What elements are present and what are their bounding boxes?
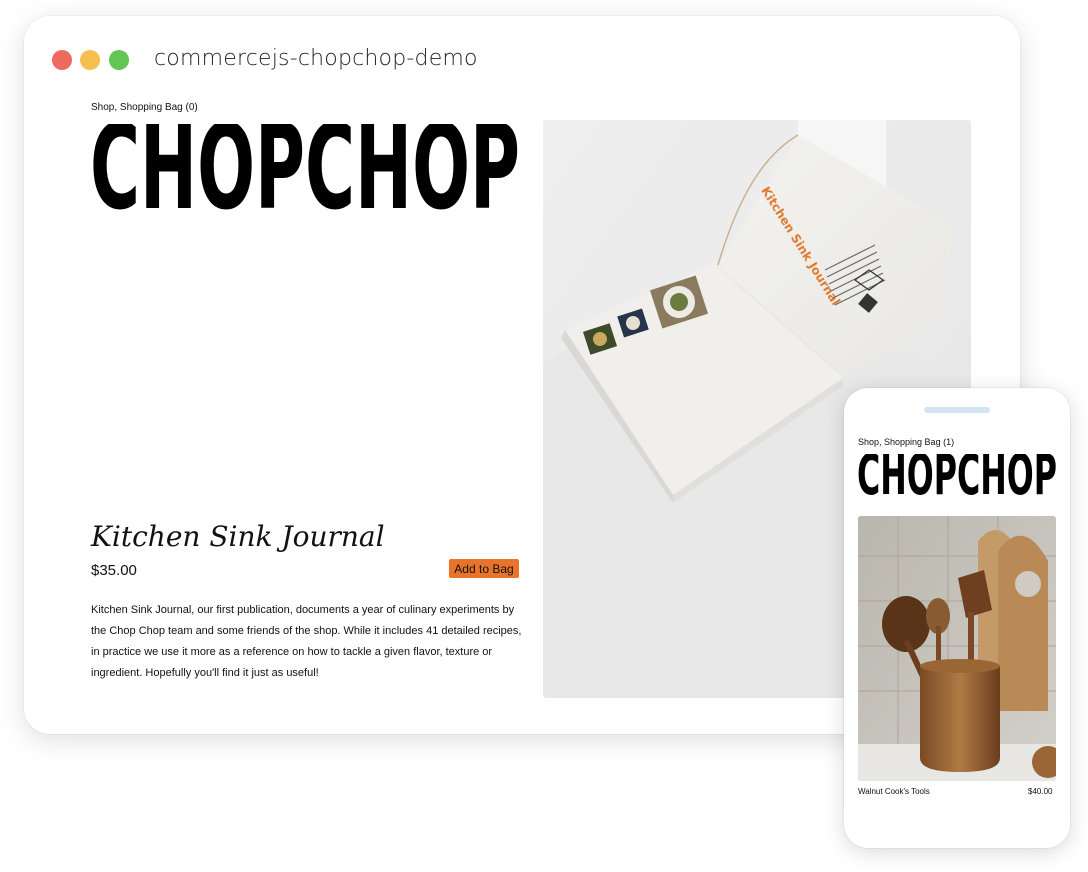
maximize-window-button[interactable] <box>109 50 129 70</box>
chopchop-logo-mobile[interactable]: CHOPCHOP <box>857 454 1057 496</box>
svg-text:CHOPCHOP: CHOPCHOP <box>90 124 520 212</box>
chopchop-logo[interactable]: CHOPCHOP <box>90 124 520 212</box>
product-title: Kitchen Sink Journal <box>91 520 385 553</box>
product-name-mobile[interactable]: Walnut Cook's Tools <box>858 787 930 796</box>
add-to-bag-button[interactable]: Add to Bag <box>449 559 519 578</box>
window-title: commercejs-chopchop-demo <box>154 46 478 71</box>
shop-nav-link-mobile[interactable]: Shop, Shopping Bag (1) <box>858 437 954 447</box>
product-price: $35.00 <box>91 562 137 579</box>
close-window-button[interactable] <box>52 50 72 70</box>
svg-text:CHOPCHOP: CHOPCHOP <box>857 454 1057 496</box>
product-price-mobile: $40.00 <box>1028 787 1053 796</box>
mobile-device: Shop, Shopping Bag (1) CHOPCHOP Walnut C… <box>844 388 1070 848</box>
shop-nav-link[interactable]: Shop, Shopping Bag (0) <box>91 102 198 113</box>
phone-notch <box>924 407 990 413</box>
minimize-window-button[interactable] <box>80 50 100 70</box>
product-image-utensils[interactable] <box>858 516 1056 781</box>
product-description: Kitchen Sink Journal, our first publicat… <box>91 604 522 679</box>
